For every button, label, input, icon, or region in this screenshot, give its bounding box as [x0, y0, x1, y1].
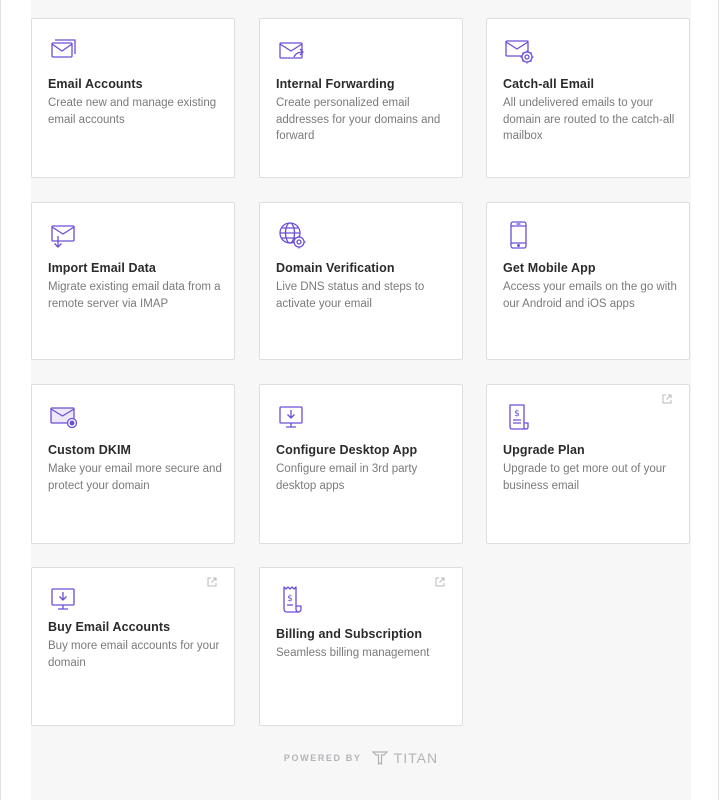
external-link-icon — [434, 576, 446, 588]
card-title: Import Email Data — [48, 261, 156, 275]
card-title: Billing and Subscription — [276, 627, 423, 641]
card-internal-forwarding[interactable]: Internal Forwarding Create personalized … — [259, 18, 463, 178]
frame-border-left — [0, 0, 1, 800]
card-description: Create new and manage existing email acc… — [48, 97, 217, 126]
card-get-mobile-app[interactable]: Get Mobile App Access your emails on the… — [486, 202, 690, 360]
card-buy-email-accounts[interactable]: Buy Email Accounts Buy more email accoun… — [31, 567, 235, 726]
card-description: Buy more email accounts for your domain — [48, 640, 220, 669]
card-title: Email Accounts — [48, 77, 143, 91]
email-accounts-icon — [48, 35, 80, 67]
titan-logo-icon — [371, 751, 388, 766]
external-link-icon — [206, 576, 218, 588]
frame-border-right — [718, 0, 719, 800]
card-description: Migrate existing email data from a remot… — [48, 281, 221, 310]
card-email-accounts[interactable]: Email Accounts Create new and manage exi… — [31, 18, 235, 178]
powered-by-label: POWERED BY — [283, 753, 362, 763]
card-title: Catch-all Email — [503, 77, 595, 91]
card-upgrade-plan[interactable]: $ Upgrade Plan Upgrade to get more out o… — [486, 384, 690, 544]
mobile-app-icon — [503, 219, 535, 251]
external-link-icon — [661, 393, 673, 405]
svg-text:$: $ — [287, 594, 293, 604]
card-title: Custom DKIM — [48, 443, 132, 457]
card-billing-and-subscription[interactable]: $ Billing and Subscription Seamless bill… — [259, 567, 463, 726]
card-title: Buy Email Accounts — [48, 620, 171, 634]
card-import-email-data[interactable]: Import Email Data Migrate existing email… — [31, 202, 235, 360]
domain-verification-icon — [276, 219, 308, 251]
card-description: All undelivered emails to your domain ar… — [503, 97, 675, 142]
upgrade-plan-icon: $ — [503, 401, 535, 433]
card-title: Configure Desktop App — [276, 443, 418, 457]
card-title: Upgrade Plan — [503, 443, 585, 457]
card-description: Make your email more secure and protect … — [48, 463, 222, 492]
card-description: Configure email in 3rd party desktop app… — [276, 463, 418, 492]
desktop-app-icon — [276, 401, 308, 433]
settings-panel: Email Accounts Create new and manage exi… — [31, 0, 691, 800]
custom-dkim-icon — [48, 401, 80, 433]
buy-email-accounts-icon — [48, 584, 80, 616]
card-custom-dkim[interactable]: Custom DKIM Make your email more secure … — [31, 384, 235, 544]
titan-brand: TITAN — [393, 750, 439, 766]
card-description: Live DNS status and steps to activate yo… — [276, 281, 425, 310]
card-title: Internal Forwarding — [276, 77, 395, 91]
card-description: Upgrade to get more out of your business… — [503, 463, 667, 492]
card-configure-desktop-app[interactable]: Configure Desktop App Configure email in… — [259, 384, 463, 544]
billing-icon: $ — [276, 584, 308, 616]
powered-by-footer: POWERED BY TITAN — [31, 750, 691, 766]
card-title: Domain Verification — [276, 261, 395, 275]
card-description: Seamless billing management — [276, 647, 430, 659]
svg-text:$: $ — [514, 409, 520, 419]
internal-forwarding-icon — [276, 35, 308, 67]
card-description: Access your emails on the go with our An… — [503, 281, 677, 310]
app-frame: Email Accounts Create new and manage exi… — [0, 0, 720, 800]
import-email-data-icon — [48, 219, 80, 251]
card-title: Get Mobile App — [503, 261, 596, 275]
card-description: Create personalized email addresses for … — [276, 97, 441, 142]
card-catch-all-email[interactable]: Catch-all Email All undelivered emails t… — [486, 18, 690, 178]
card-domain-verification[interactable]: Domain Verification Live DNS status and … — [259, 202, 463, 360]
catch-all-email-icon — [503, 35, 535, 67]
